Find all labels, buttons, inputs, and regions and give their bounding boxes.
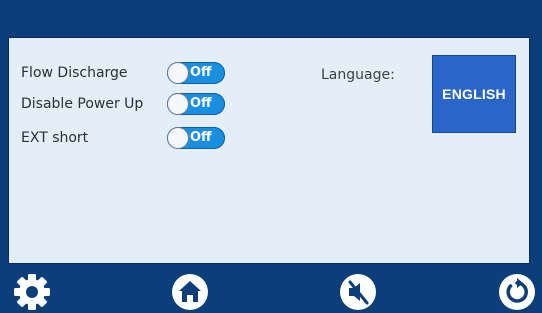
disable-power-up-toggle[interactable]: Off: [167, 93, 225, 115]
flow-discharge-label: Flow Discharge: [21, 65, 128, 81]
toggle-knob: [168, 63, 188, 83]
ext-short-toggle[interactable]: Off: [167, 127, 225, 149]
toggle-knob: [168, 94, 188, 114]
bottom-nav-bar: [0, 264, 542, 313]
ext-short-label: EXT short: [21, 130, 89, 146]
disable-power-up-row: Disable Power Up Off: [21, 93, 225, 115]
language-label: Language:: [321, 67, 395, 83]
gear-icon[interactable]: [12, 272, 52, 312]
ext-short-row: EXT short Off: [21, 127, 225, 149]
toggle-state-text: Off: [190, 130, 212, 145]
home-icon[interactable]: [170, 272, 210, 312]
toggle-state-text: Off: [190, 65, 212, 80]
settings-panel: Flow Discharge Off Disable Power Up Off …: [8, 37, 530, 264]
refresh-icon[interactable]: [497, 272, 537, 312]
toggle-knob: [168, 128, 188, 148]
flow-discharge-row: Flow Discharge Off: [21, 62, 225, 84]
disable-power-up-label: Disable Power Up: [21, 96, 144, 112]
flow-discharge-toggle[interactable]: Off: [167, 62, 225, 84]
toggle-state-text: Off: [190, 96, 212, 111]
language-button[interactable]: ENGLISH: [432, 55, 516, 133]
mute-icon[interactable]: [338, 272, 378, 312]
